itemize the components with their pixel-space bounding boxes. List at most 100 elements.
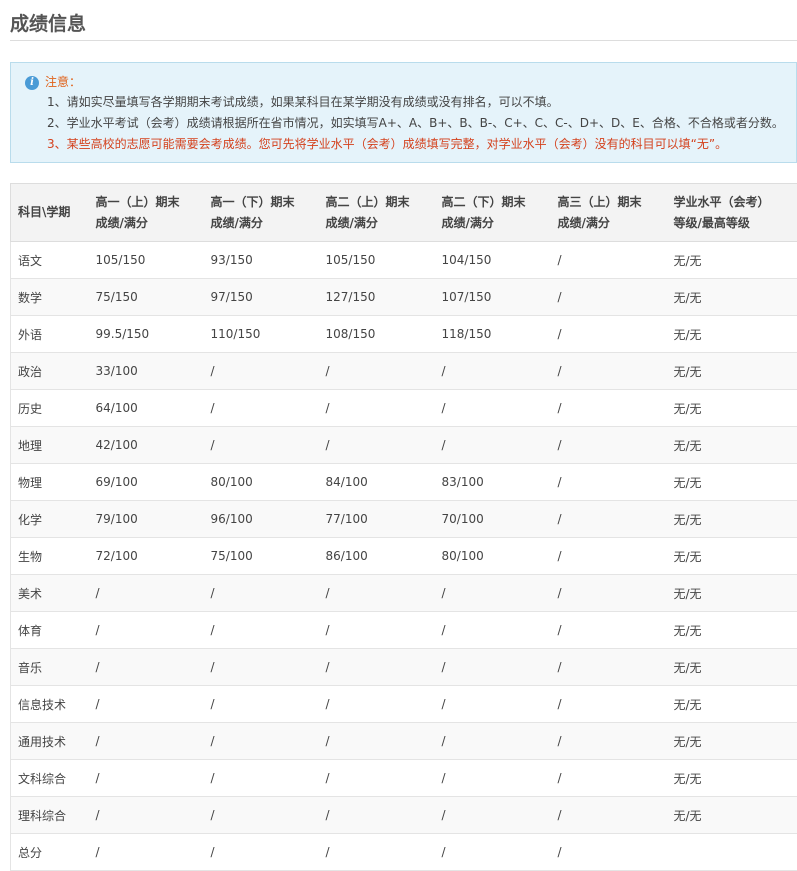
grade-cell: /: [435, 760, 551, 797]
subject-cell: 通用技术: [11, 723, 89, 760]
grade-cell: 70/100: [435, 501, 551, 538]
grade-cell: 72/100: [89, 538, 204, 575]
grade-cell: 无/无: [667, 723, 797, 760]
table-row: 生物72/10075/10086/10080/100/无/无: [11, 538, 797, 575]
grade-cell: /: [435, 834, 551, 871]
grade-cell: /: [204, 834, 319, 871]
grade-cell: 108/150: [319, 316, 435, 353]
grade-cell: 97/150: [204, 279, 319, 316]
grade-cell: /: [204, 612, 319, 649]
grade-cell: /: [551, 834, 667, 871]
grade-cell: /: [551, 464, 667, 501]
column-header-line: 高三（上）期末: [558, 192, 667, 213]
grade-cell: /: [551, 501, 667, 538]
grade-cell: /: [204, 353, 319, 390]
grade-cell: /: [319, 686, 435, 723]
column-header-line: 成绩/满分: [442, 213, 551, 234]
table-row: 音乐/////无/无: [11, 649, 797, 686]
grade-cell: /: [551, 353, 667, 390]
grade-cell: 83/100: [435, 464, 551, 501]
grade-cell: /: [435, 427, 551, 464]
notice-line-3: 3、某些高校的志愿可能需要会考成绩。您可先将学业水平（会考）成绩填写完整，对学业…: [25, 134, 796, 155]
grade-cell: 105/150: [89, 242, 204, 279]
table-row: 美术/////无/无: [11, 575, 797, 612]
grade-cell: /: [551, 279, 667, 316]
grade-cell: 无/无: [667, 390, 797, 427]
grade-cell: /: [551, 612, 667, 649]
grade-cell: 无/无: [667, 242, 797, 279]
grade-cell: /: [89, 575, 204, 612]
grade-cell: /: [204, 723, 319, 760]
column-header: 高二（下）期末成绩/满分: [435, 184, 551, 242]
grade-cell: /: [204, 649, 319, 686]
grade-cell: /: [319, 760, 435, 797]
subject-cell: 历史: [11, 390, 89, 427]
table-row: 理科综合/////无/无: [11, 797, 797, 834]
subject-cell: 信息技术: [11, 686, 89, 723]
table-row: 化学79/10096/10077/10070/100/无/无: [11, 501, 797, 538]
grade-cell: 无/无: [667, 760, 797, 797]
grade-cell: 69/100: [89, 464, 204, 501]
grade-cell: /: [319, 834, 435, 871]
column-header: 科目\学期: [11, 184, 89, 242]
subject-cell: 语文: [11, 242, 89, 279]
subject-cell: 音乐: [11, 649, 89, 686]
grade-cell: /: [89, 797, 204, 834]
grade-cell: /: [551, 316, 667, 353]
grade-cell: /: [319, 575, 435, 612]
grade-cell: /: [89, 723, 204, 760]
grade-cell: /: [551, 242, 667, 279]
column-header-line: 成绩/满分: [326, 213, 435, 234]
grade-cell: 77/100: [319, 501, 435, 538]
grade-cell: 79/100: [89, 501, 204, 538]
grade-cell: 80/100: [204, 464, 319, 501]
grade-cell: 无/无: [667, 427, 797, 464]
grade-cell: 127/150: [319, 279, 435, 316]
grade-cell: 93/150: [204, 242, 319, 279]
grade-cell: /: [551, 575, 667, 612]
table-row: 文科综合/////无/无: [11, 760, 797, 797]
grade-cell: 110/150: [204, 316, 319, 353]
grade-cell: /: [204, 797, 319, 834]
table-row: 体育/////无/无: [11, 612, 797, 649]
column-header-line: 科目\学期: [18, 202, 89, 223]
subject-cell: 政治: [11, 353, 89, 390]
grade-cell: /: [551, 390, 667, 427]
info-icon: i: [25, 76, 39, 90]
grade-cell: /: [319, 390, 435, 427]
grade-cell: /: [435, 353, 551, 390]
subject-cell: 物理: [11, 464, 89, 501]
notice-header: i 注意：: [25, 73, 796, 92]
grade-cell: /: [435, 612, 551, 649]
grade-cell: /: [89, 834, 204, 871]
grade-cell: 86/100: [319, 538, 435, 575]
grade-cell: /: [204, 575, 319, 612]
grade-cell: 无/无: [667, 686, 797, 723]
column-header-line: 高一（上）期末: [96, 192, 204, 213]
title-divider: [10, 40, 797, 41]
grade-cell: 75/100: [204, 538, 319, 575]
grade-cell: /: [551, 760, 667, 797]
subject-cell: 化学: [11, 501, 89, 538]
grade-cell: /: [435, 575, 551, 612]
grade-cell: /: [319, 612, 435, 649]
subject-cell: 地理: [11, 427, 89, 464]
subject-cell: 总分: [11, 834, 89, 871]
table-row: 通用技术/////无/无: [11, 723, 797, 760]
column-header: 高一（上）期末成绩/满分: [89, 184, 204, 242]
grade-cell: 42/100: [89, 427, 204, 464]
grade-cell: 118/150: [435, 316, 551, 353]
column-header-line: 学业水平（会考）: [674, 192, 797, 213]
table-row: 总分/////: [11, 834, 797, 871]
grade-cell: /: [89, 760, 204, 797]
grade-cell: /: [319, 427, 435, 464]
table-row: 外语99.5/150110/150108/150118/150/无/无: [11, 316, 797, 353]
grade-cell: 无/无: [667, 279, 797, 316]
grades-table: 科目\学期高一（上）期末成绩/满分高一（下）期末成绩/满分高二（上）期末成绩/满…: [10, 183, 797, 871]
grade-cell: 无/无: [667, 797, 797, 834]
table-body: 语文105/15093/150105/150104/150/无/无数学75/15…: [11, 242, 797, 871]
grade-cell: /: [435, 390, 551, 427]
subject-cell: 体育: [11, 612, 89, 649]
table-row: 信息技术/////无/无: [11, 686, 797, 723]
grade-cell: /: [551, 686, 667, 723]
